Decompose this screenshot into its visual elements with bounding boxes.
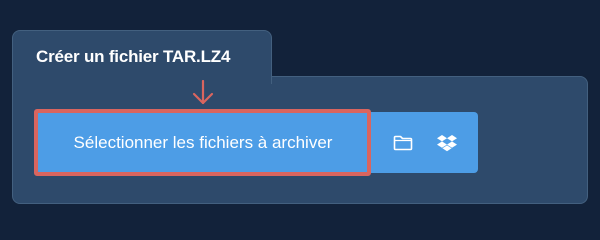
folder-button[interactable]	[383, 112, 423, 173]
panel-tab: Créer un fichier TAR.LZ4	[12, 30, 272, 84]
dropbox-icon	[437, 134, 457, 151]
arrow-down-icon	[192, 80, 214, 105]
file-picker-button-group: Sélectionner les fichiers à archiver	[37, 112, 478, 173]
folder-icon	[393, 135, 413, 150]
select-files-button[interactable]: Sélectionner les fichiers à archiver	[37, 112, 369, 173]
panel-title: Créer un fichier TAR.LZ4	[36, 47, 231, 66]
dropbox-button[interactable]	[427, 112, 467, 173]
